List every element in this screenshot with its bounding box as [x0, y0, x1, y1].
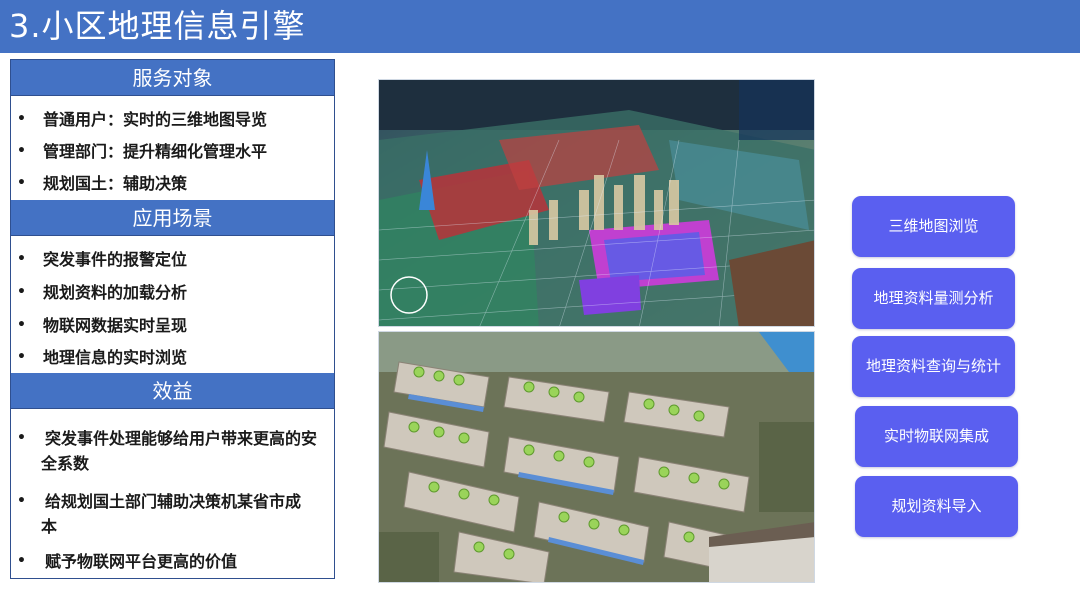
feature-button-geo-query-statistics[interactable]: 地理资料查询与统计	[852, 336, 1015, 397]
section-header-scenarios: 应用场景	[11, 200, 334, 236]
bullet-icon: •	[17, 251, 26, 267]
list-item-text: 突发事件的报警定位	[43, 250, 188, 269]
title-bar: 3.小区地理信息引擎	[0, 0, 1080, 53]
bullet-icon: •	[17, 284, 26, 300]
bullet-icon: •	[17, 143, 26, 159]
list-item-text: 普通用户：实时的三维地图导览	[43, 110, 268, 129]
list-item-text: 物联网数据实时呈现	[43, 316, 188, 335]
bullet-icon: •	[17, 493, 26, 509]
bullet-icon: •	[17, 175, 26, 191]
community-aerial-photo	[378, 331, 815, 583]
section-header-service-targets: 服务对象	[11, 60, 334, 96]
section-header-benefits: 效益	[11, 373, 334, 409]
bullet-icon: •	[17, 430, 26, 446]
feature-button-realtime-iot[interactable]: 实时物联网集成	[855, 406, 1018, 467]
list-item: • 突发事件处理能够给用户带来更高的安全系数	[11, 426, 334, 478]
list-item-text: 地理信息的实时浏览	[43, 348, 188, 367]
info-panel: 服务对象 • 普通用户：实时的三维地图导览 • 管理部门：提升精细化管理水平 •…	[10, 59, 335, 579]
feature-button-geo-measure-analysis[interactable]: 地理资料量测分析	[852, 268, 1015, 329]
feature-button-3d-map-browse[interactable]: 三维地图浏览	[852, 196, 1015, 257]
list-item-text: 规划资料的加载分析	[43, 283, 188, 302]
list-item: • 给规划国土部门辅助决策机某省市成本	[11, 489, 334, 541]
bullet-icon: •	[17, 111, 26, 127]
list-item-text: 给规划国土部门辅助决策机某省市成本	[41, 492, 302, 536]
bullet-icon: •	[17, 349, 26, 365]
list-item-text: 管理部门：提升精细化管理水平	[43, 142, 268, 161]
bullet-icon: •	[17, 553, 26, 569]
list-item-text: 赋予物联网平台更高的价值	[45, 552, 238, 571]
feature-button-planning-import[interactable]: 规划资料导入	[855, 476, 1018, 537]
list-item-text: 突发事件处理能够给用户带来更高的安全系数	[41, 429, 318, 473]
page-title: 3.小区地理信息引擎	[9, 7, 306, 45]
city-model-photo	[378, 79, 815, 327]
list-item-text: 规划国土：辅助决策	[43, 174, 188, 193]
bullet-icon: •	[17, 317, 26, 333]
